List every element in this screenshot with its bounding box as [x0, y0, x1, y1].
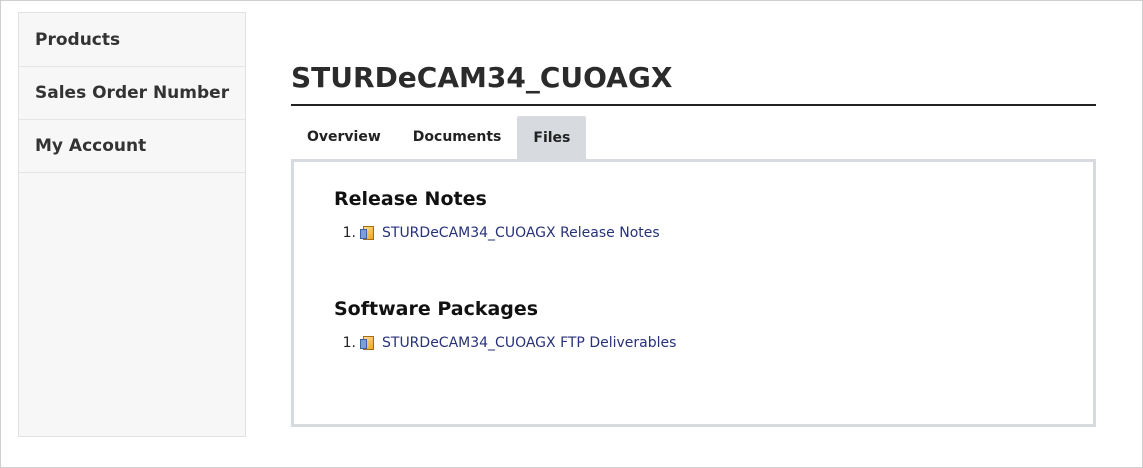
list-item: 1. STURDeCAM34_CUOAGX FTP Deliverables	[339, 335, 677, 351]
list-item: 1. STURDeCAM34_CUOAGX Release Notes	[339, 225, 660, 241]
page-title: STURDeCAM34_CUOAGX	[291, 61, 673, 94]
section-title-release-notes: Release Notes	[334, 188, 487, 210]
tab-overview[interactable]: Overview	[291, 116, 397, 160]
sidebar-item-products[interactable]: Products	[19, 13, 245, 67]
page-frame: Products Sales Order Number My Account S…	[0, 0, 1143, 468]
document-icon	[360, 335, 377, 351]
sidebar-item-sales-order-number[interactable]: Sales Order Number	[19, 67, 245, 120]
sidebar: Products Sales Order Number My Account	[18, 12, 246, 437]
document-icon	[360, 225, 377, 241]
release-notes-link[interactable]: STURDeCAM34_CUOAGX Release Notes	[382, 225, 660, 241]
tab-files[interactable]: Files	[517, 116, 587, 160]
tab-bar: Overview Documents Files	[291, 116, 587, 160]
list-number: 1.	[342, 335, 356, 351]
files-panel: Release Notes 1. STURDeCAM34_CUOAGX Rele…	[291, 159, 1096, 427]
title-divider	[291, 104, 1096, 106]
ftp-deliverables-link[interactable]: STURDeCAM34_CUOAGX FTP Deliverables	[382, 335, 676, 351]
section-title-software-packages: Software Packages	[334, 298, 539, 320]
list-number: 1.	[342, 225, 356, 241]
tab-documents[interactable]: Documents	[397, 116, 518, 160]
sidebar-item-my-account[interactable]: My Account	[19, 120, 245, 173]
